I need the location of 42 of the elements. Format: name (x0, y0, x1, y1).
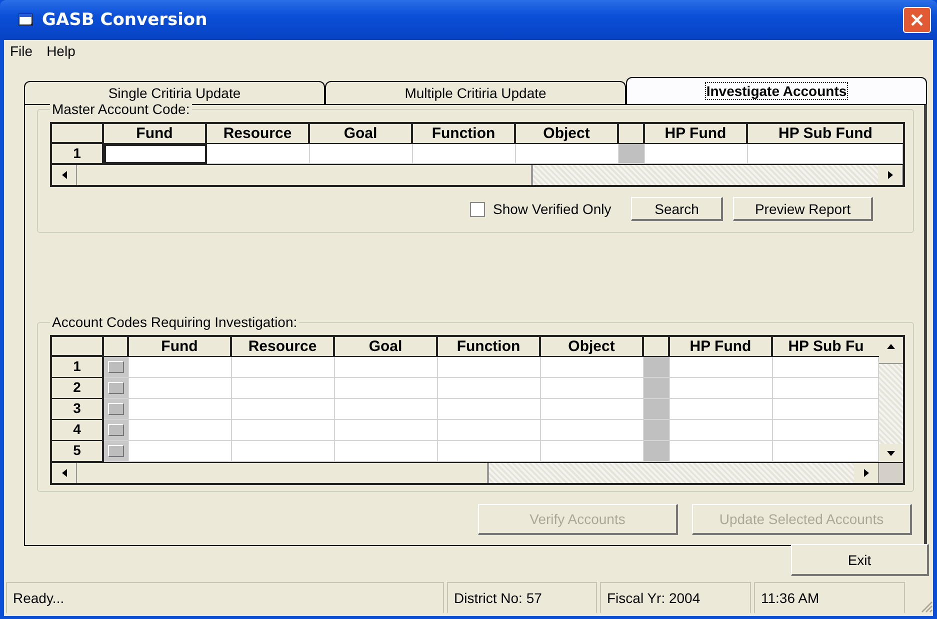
down-arrow-icon (887, 450, 895, 456)
action-button[interactable]: Preview Report (733, 197, 874, 221)
status-panel: District No: 57 (447, 582, 597, 613)
window-icon (18, 13, 34, 27)
row-header[interactable]: 2 (52, 378, 104, 399)
row-checkbox[interactable] (108, 424, 124, 436)
status-panel: 11:36 AM (754, 582, 905, 613)
tab[interactable]: Single Critiria Update (24, 81, 325, 104)
row-checkbox[interactable] (108, 403, 124, 415)
row-header[interactable]: 1 (52, 357, 104, 378)
table-cell[interactable] (104, 144, 207, 164)
close-button[interactable] (903, 7, 931, 33)
left-arrow-icon (62, 469, 66, 477)
horizontal-scrollbar[interactable] (52, 462, 903, 483)
row-header[interactable]: 3 (52, 399, 104, 420)
resize-grip-icon[interactable] (919, 599, 933, 613)
checkbox[interactable] (470, 202, 485, 216)
up-arrow-icon (887, 344, 895, 348)
horizontal-scrollbar[interactable] (52, 164, 903, 185)
row-header[interactable]: 5 (52, 441, 104, 462)
exit-button[interactable]: Exit (791, 544, 929, 576)
left-arrow-icon (62, 171, 66, 179)
status-panel: Ready... (6, 582, 444, 613)
group-label: Account Codes Requiring Investigation: (50, 314, 300, 330)
window-title: GASB Conversion (42, 10, 208, 30)
row-header[interactable]: 4 (52, 420, 104, 441)
menu-item[interactable]: Help (46, 43, 76, 59)
row-checkbox[interactable] (108, 445, 124, 457)
right-arrow-icon (888, 171, 892, 179)
status-panel: Fiscal Yr: 2004 (600, 582, 751, 613)
menu-item[interactable]: File (10, 43, 33, 59)
tab[interactable]: Multiple Critiria Update (325, 81, 626, 104)
row-checkbox[interactable] (108, 361, 124, 373)
right-arrow-icon (864, 469, 868, 477)
row-checkbox[interactable] (108, 382, 124, 394)
close-icon (910, 13, 924, 27)
group-label: Master Account Code: (50, 101, 192, 117)
row-header[interactable]: 1 (52, 144, 104, 164)
tab[interactable]: Investigate Accounts (626, 77, 927, 104)
checkbox-label: Show Verified Only (493, 201, 612, 217)
scrollbar-corner (879, 463, 903, 483)
action-button[interactable]: Search (631, 197, 724, 221)
